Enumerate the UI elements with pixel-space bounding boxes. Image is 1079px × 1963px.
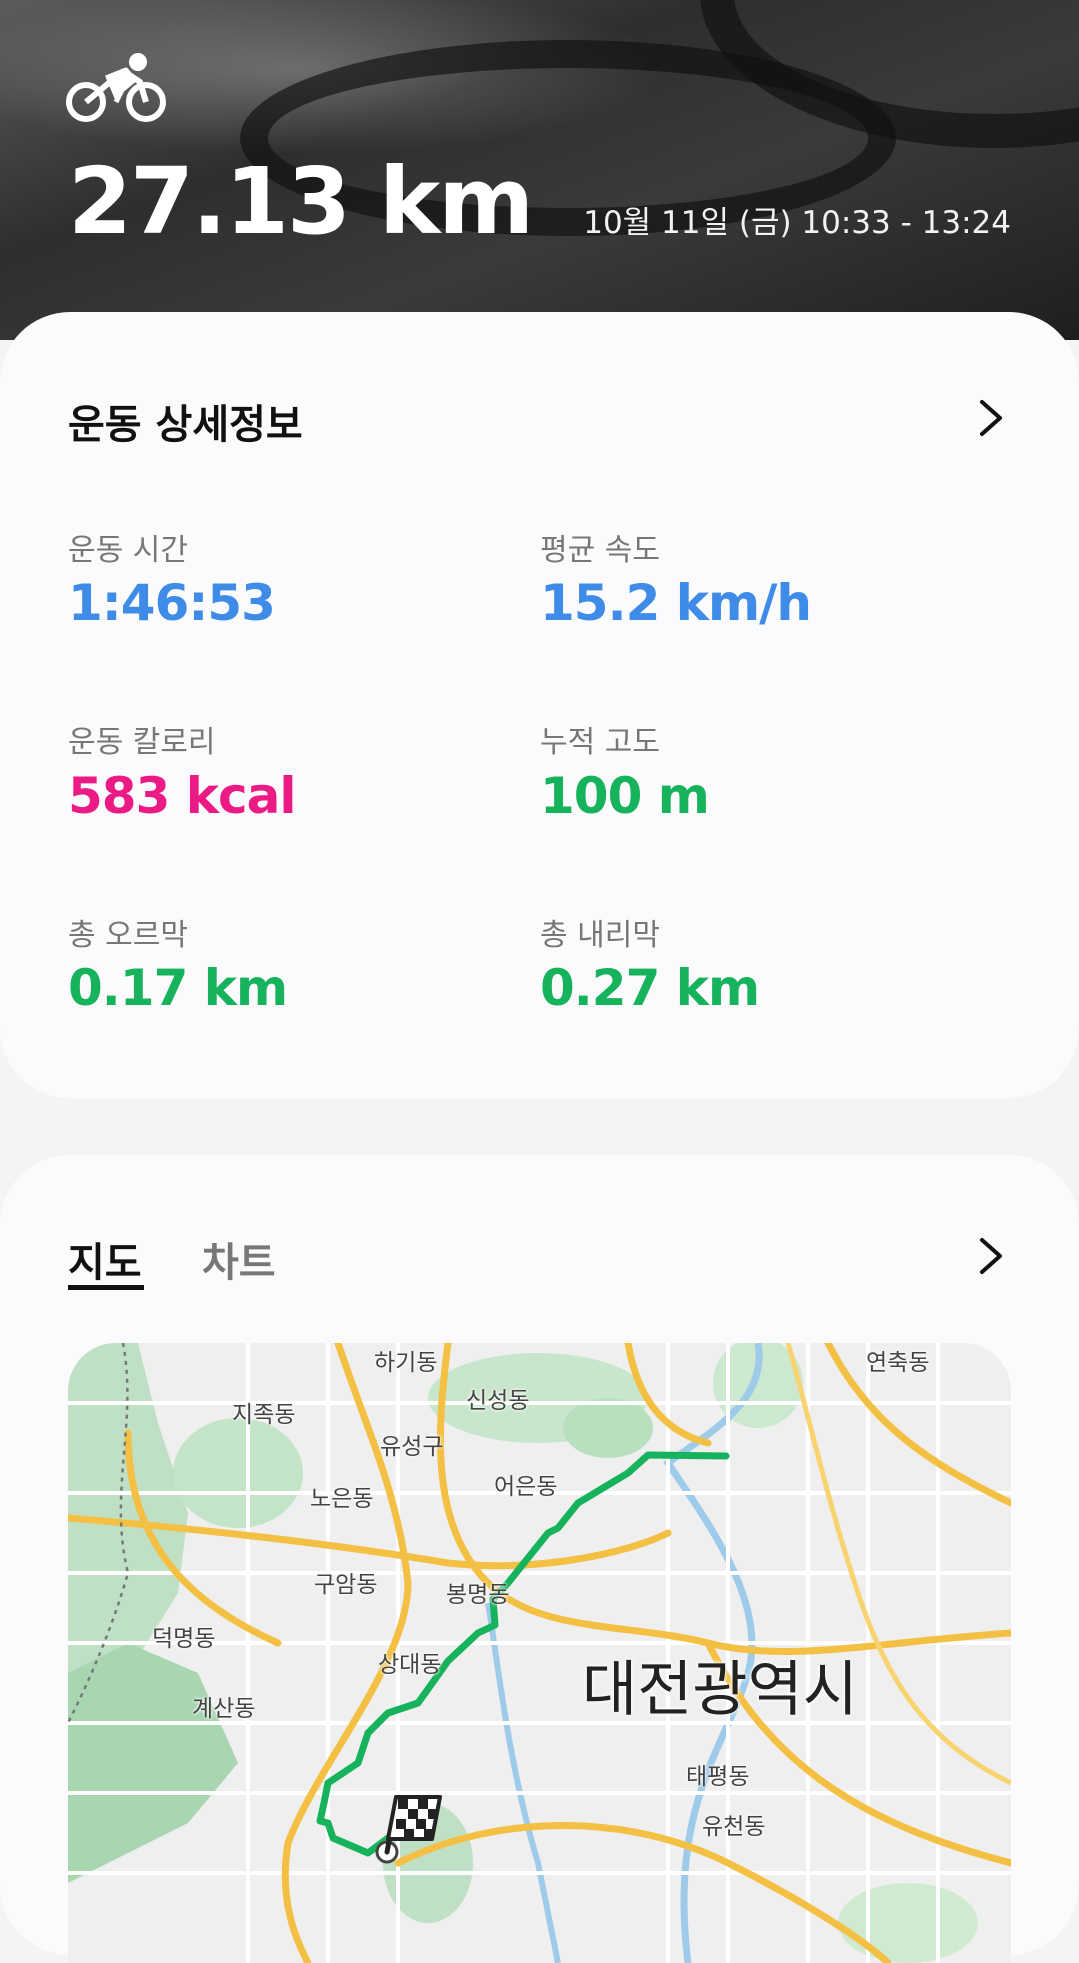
section-title: 운동 상세정보 bbox=[68, 402, 303, 448]
map-place-label: 지족동 bbox=[232, 1402, 296, 1428]
chevron-right-icon[interactable] bbox=[978, 398, 1004, 438]
map-place-label: 태평동 bbox=[686, 1764, 750, 1790]
route-map[interactable]: 하기동 연축동 신성동 지족동 유성구 어은동 노은동 구암동 봉명동 덕명동 … bbox=[68, 1343, 1011, 1963]
tab-chart[interactable]: 차트 bbox=[202, 1230, 276, 1288]
map-place-label: 유성구 bbox=[380, 1434, 444, 1460]
metric-value-total-descent: 0.27 km bbox=[540, 959, 760, 1017]
metric-label-total-descent: 총 내리막 bbox=[540, 918, 660, 953]
map-place-label: 연축동 bbox=[866, 1350, 930, 1376]
metric-label-elevation-gain: 누적 고도 bbox=[540, 725, 660, 760]
active-tab-indicator bbox=[68, 1285, 144, 1290]
metric-value-elevation-gain: 100 m bbox=[540, 767, 710, 825]
map-place-label: 하기동 bbox=[374, 1350, 438, 1376]
map-place-label: 덕명동 bbox=[152, 1626, 216, 1652]
map-place-label: 계산동 bbox=[192, 1696, 256, 1722]
bicycle-icon bbox=[66, 53, 166, 122]
map-place-label: 어은동 bbox=[494, 1474, 558, 1500]
map-place-label: 상대동 bbox=[378, 1652, 442, 1678]
metric-value-duration: 1:46:53 bbox=[68, 574, 276, 632]
hero-banner: 27.13 km 10월 11일 (금) 10:33 - 13:24 bbox=[0, 0, 1079, 340]
workout-datetime: 10월 11일 (금) 10:33 - 13:24 bbox=[583, 205, 1011, 241]
metric-label-total-ascent: 총 오르막 bbox=[68, 918, 188, 953]
tab-map[interactable]: 지도 bbox=[68, 1230, 142, 1288]
metric-value-total-ascent: 0.17 km bbox=[68, 959, 288, 1017]
map-place-label: 구암동 bbox=[314, 1572, 378, 1598]
total-distance: 27.13 km bbox=[68, 148, 534, 255]
metric-label-duration: 운동 시간 bbox=[68, 533, 188, 568]
chevron-right-icon[interactable] bbox=[978, 1236, 1004, 1276]
metric-label-avg-speed: 평균 속도 bbox=[540, 533, 660, 568]
map-city-label: 대전광역시 bbox=[582, 1655, 858, 1725]
map-tiles bbox=[68, 1343, 1011, 1963]
checkered-flag-icon bbox=[375, 1795, 442, 1864]
map-place-label: 봉명동 bbox=[446, 1582, 510, 1608]
map-place-label: 신성동 bbox=[466, 1388, 530, 1414]
metric-value-avg-speed: 15.2 km/h bbox=[540, 574, 812, 632]
metric-label-calories: 운동 칼로리 bbox=[68, 725, 216, 760]
metric-value-calories: 583 kcal bbox=[68, 767, 297, 825]
map-place-label: 노은동 bbox=[310, 1486, 374, 1512]
map-place-label: 유천동 bbox=[702, 1814, 766, 1840]
